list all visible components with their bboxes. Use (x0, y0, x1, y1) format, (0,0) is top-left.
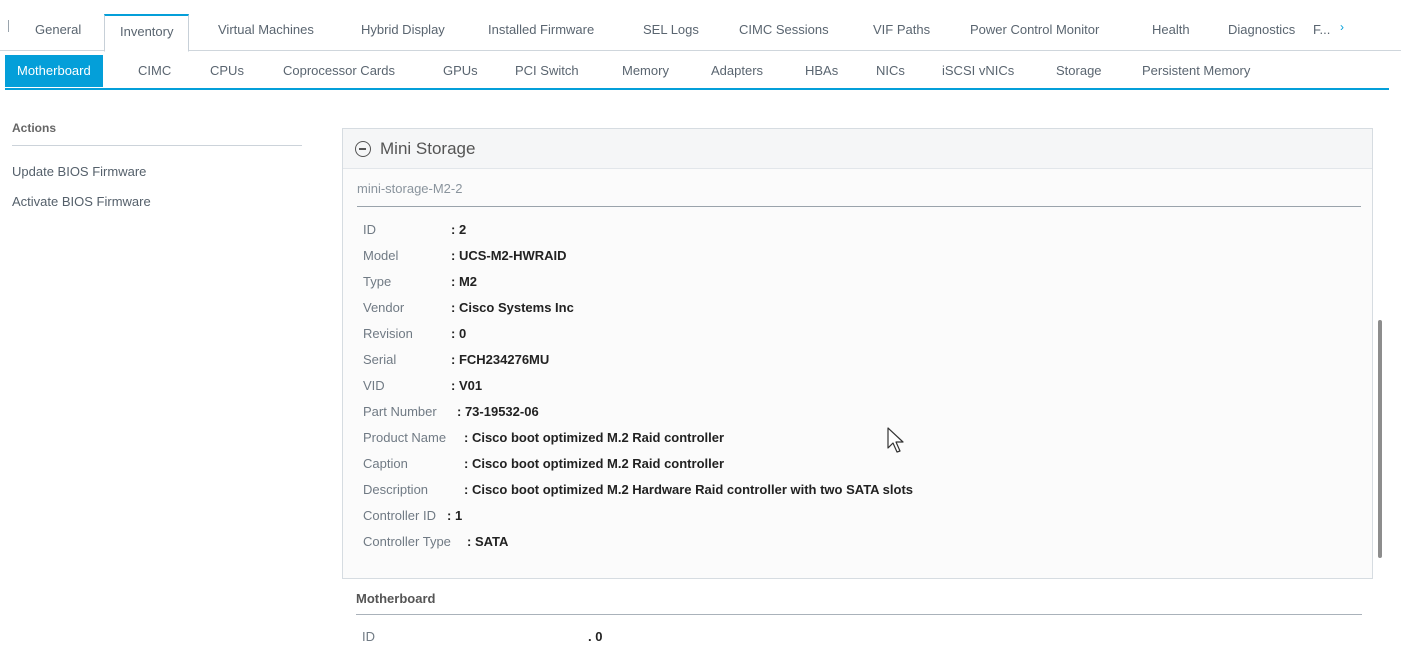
prop-label-part-number: Part Number (363, 404, 437, 419)
collapse-icon[interactable] (355, 141, 371, 157)
mini-storage-panel: Mini Storage mini-storage-M2-2 ID : 2 Mo… (342, 128, 1373, 579)
motherboard-id-label: ID (362, 629, 375, 644)
prop-value-serial: : FCH234276MU (451, 352, 550, 367)
top-tab-bar: General Inventory Virtual Machines Hybri… (0, 0, 1401, 52)
subtab-underline (5, 88, 1389, 90)
prop-label-product-name: Product Name (363, 430, 447, 445)
prop-value-vendor: : Cisco Systems Inc (451, 300, 574, 315)
subtab-cimc[interactable]: CIMC (138, 55, 171, 87)
subtab-memory[interactable]: Memory (622, 55, 669, 87)
prop-label-serial: Serial (363, 352, 397, 367)
section-subtitle: mini-storage-M2-2 (357, 181, 463, 196)
panel-header: Mini Storage (343, 129, 1372, 169)
prop-value-controller-id: : 1 (447, 508, 463, 523)
section-divider (357, 206, 1361, 207)
panel-title: Mini Storage (380, 139, 476, 158)
tab-virtual-machines[interactable]: Virtual Machines (218, 14, 314, 51)
subtab-pci-switch[interactable]: PCI Switch (515, 55, 579, 87)
subtab-persistent-memory[interactable]: Persistent Memory (1142, 55, 1250, 87)
prop-value-model: : UCS-M2-HWRAID (451, 248, 567, 263)
prop-label-controller-type: Controller Type (363, 534, 451, 549)
prop-label-controller-id: Controller ID (363, 508, 436, 523)
prop-value-part-number: : 73-19532-06 (457, 404, 539, 419)
tab-truncated[interactable]: F... (1313, 14, 1335, 51)
subtab-coprocessor-cards[interactable]: Coprocessor Cards (283, 55, 395, 87)
subtab-adapters[interactable]: Adapters (711, 55, 763, 87)
motherboard-divider (356, 614, 1362, 615)
prop-value-type: : M2 (451, 274, 478, 289)
prop-value-revision: : 0 (451, 326, 467, 341)
tab-vif-paths[interactable]: VIF Paths (873, 14, 930, 51)
subtab-nics[interactable]: NICs (876, 55, 905, 87)
subtab-motherboard[interactable]: Motherboard (5, 55, 103, 87)
chevron-right-icon[interactable]: › (1340, 20, 1344, 34)
prop-label-model: Model (363, 248, 399, 263)
subtab-iscsi-vnics[interactable]: iSCSI vNICs (942, 55, 1014, 87)
motherboard-heading: Motherboard (356, 591, 436, 606)
prop-value-id: : 2 (451, 222, 467, 237)
tab-hybrid-display[interactable]: Hybrid Display (361, 14, 445, 51)
motherboard-id-value: . 0 (588, 629, 603, 644)
prop-value-vid: : V01 (451, 378, 483, 393)
prop-value-product-name: : Cisco boot optimized M.2 Raid controll… (464, 430, 725, 445)
prop-label-id: ID (363, 222, 376, 237)
tab-general[interactable]: General (35, 14, 81, 51)
tab-health[interactable]: Health (1152, 14, 1190, 51)
prop-label-vendor: Vendor (363, 300, 405, 315)
prop-label-type: Type (363, 274, 392, 289)
tab-sel-logs[interactable]: SEL Logs (643, 14, 699, 51)
mouse-pointer-icon (887, 427, 904, 453)
page: General Inventory Virtual Machines Hybri… (0, 0, 1401, 646)
prop-value-controller-type: : SATA (467, 534, 509, 549)
tab-power-control-monitor[interactable]: Power Control Monitor (970, 14, 1099, 51)
tab-inventory[interactable]: Inventory (104, 14, 190, 52)
subtab-cpus[interactable]: CPUs (210, 55, 244, 87)
subtab-hbas[interactable]: HBAs (805, 55, 838, 87)
prop-label-vid: VID (363, 378, 385, 393)
actions-divider (12, 145, 302, 146)
tab-cimc-sessions[interactable]: CIMC Sessions (739, 14, 829, 51)
prop-label-description: Description (363, 482, 429, 497)
tab-diagnostics[interactable]: Diagnostics (1228, 14, 1295, 51)
tab-separator (8, 20, 9, 32)
prop-value-caption: : Cisco boot optimized M.2 Raid controll… (464, 456, 725, 471)
update-bios-firmware-link[interactable]: Update BIOS Firmware (12, 164, 146, 179)
vertical-scrollbar[interactable] (1378, 320, 1382, 558)
subtab-gpus[interactable]: GPUs (443, 55, 478, 87)
activate-bios-firmware-link[interactable]: Activate BIOS Firmware (12, 194, 151, 209)
tab-installed-firmware[interactable]: Installed Firmware (488, 14, 594, 51)
actions-heading: Actions (12, 121, 57, 135)
prop-value-description: : Cisco boot optimized M.2 Hardware Raid… (464, 482, 914, 497)
subtab-storage[interactable]: Storage (1056, 55, 1102, 87)
prop-label-caption: Caption (363, 456, 408, 471)
prop-label-revision: Revision (363, 326, 413, 341)
